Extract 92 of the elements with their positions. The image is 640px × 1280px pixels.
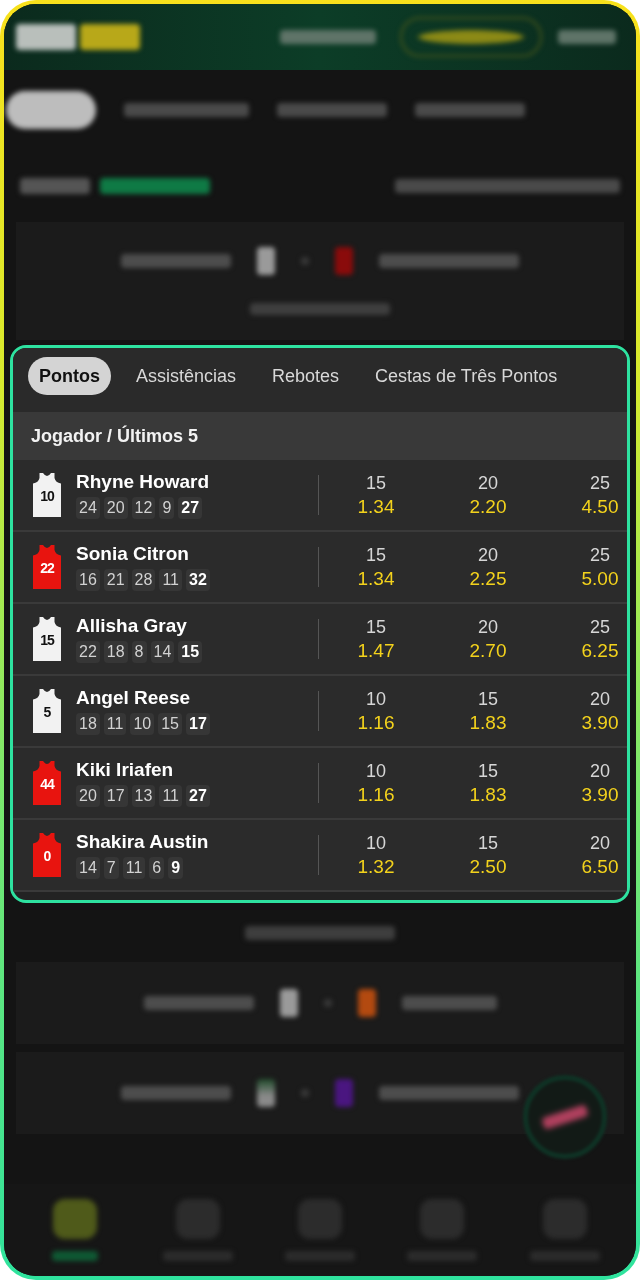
odds-value[interactable]: 3.90 bbox=[581, 784, 619, 806]
blurred-tab[interactable] bbox=[6, 91, 96, 129]
recent-score: 14 bbox=[76, 857, 100, 879]
odds-value[interactable]: 2.50 bbox=[469, 856, 507, 878]
player-name: Angel Reese bbox=[76, 687, 192, 709]
line-value: 20 bbox=[590, 688, 610, 710]
blurred-link[interactable] bbox=[395, 179, 620, 193]
line-value: 15 bbox=[366, 544, 386, 566]
line-value: 15 bbox=[478, 760, 498, 782]
recent-score: 21 bbox=[103, 569, 128, 591]
table-header: Jogador / Últimos 5 bbox=[13, 412, 627, 460]
recent-score: 15 bbox=[178, 641, 203, 663]
odds-value[interactable]: 2.70 bbox=[469, 640, 507, 662]
odds-value[interactable]: 6.25 bbox=[581, 640, 619, 662]
line-value: 20 bbox=[478, 472, 498, 494]
odds-value[interactable]: 1.16 bbox=[357, 784, 395, 806]
odds-value[interactable]: 1.16 bbox=[357, 712, 395, 734]
blurred-button[interactable] bbox=[400, 17, 542, 57]
odds-value[interactable]: 2.25 bbox=[469, 568, 507, 590]
player-name: Shakira Austin bbox=[76, 831, 209, 853]
odds-value[interactable]: 1.83 bbox=[469, 784, 507, 806]
odds-value[interactable]: 5.00 bbox=[581, 568, 619, 590]
blurred-nav-link[interactable] bbox=[280, 30, 376, 44]
recent-score: 20 bbox=[103, 497, 128, 519]
blurred-link[interactable] bbox=[245, 925, 395, 940]
odds-value[interactable]: 1.47 bbox=[357, 640, 395, 662]
recent-score: 6 bbox=[149, 857, 165, 879]
recent-score: 18 bbox=[76, 713, 100, 735]
line-value: 25 bbox=[590, 544, 610, 566]
odds-value[interactable]: 3.90 bbox=[581, 712, 619, 734]
recent-score: 14 bbox=[150, 641, 175, 663]
recent-score: 27 bbox=[178, 497, 203, 519]
line-value: 20 bbox=[478, 544, 498, 566]
line-value: 25 bbox=[590, 472, 610, 494]
player-name: Allisha Gray bbox=[76, 615, 188, 637]
line-value: 20 bbox=[590, 832, 610, 854]
recent-score: 22 bbox=[76, 641, 100, 663]
recent-score: 15 bbox=[158, 713, 182, 735]
line-value: 10 bbox=[366, 832, 386, 854]
line-value: 10 bbox=[366, 760, 386, 782]
line-value: 25 bbox=[590, 616, 610, 638]
blurred-label bbox=[52, 1251, 99, 1261]
blurred-text bbox=[20, 178, 90, 194]
jersey-number: 0 bbox=[42, 848, 52, 864]
recent-score: 11 bbox=[103, 713, 127, 735]
recent-score: 11 bbox=[159, 785, 182, 807]
market-tab[interactable]: Pontos bbox=[28, 357, 111, 395]
odds-value[interactable]: 1.83 bbox=[469, 712, 507, 734]
odds-value[interactable]: 1.34 bbox=[357, 496, 395, 518]
line-value: 10 bbox=[366, 688, 386, 710]
recent-score: 8 bbox=[131, 641, 147, 663]
recent-score: 32 bbox=[186, 569, 210, 591]
odds-value[interactable]: 6.50 bbox=[581, 856, 619, 878]
line-value: 20 bbox=[478, 616, 498, 638]
recent-score: 20 bbox=[76, 785, 100, 807]
market-tab[interactable]: Assistências bbox=[125, 357, 248, 395]
line-value: 15 bbox=[366, 616, 386, 638]
market-tab[interactable]: Cestas de Três Pontos bbox=[364, 357, 569, 395]
blurred-icon[interactable] bbox=[53, 1199, 98, 1239]
odds-value[interactable]: 1.32 bbox=[357, 856, 395, 878]
jersey-number: 5 bbox=[42, 704, 52, 720]
player-name: Kiki Iriafen bbox=[76, 759, 175, 781]
jersey-number: 22 bbox=[39, 560, 56, 576]
recent-score: 28 bbox=[131, 569, 156, 591]
odds-value[interactable]: 1.34 bbox=[357, 568, 395, 590]
line-value: 15 bbox=[366, 472, 386, 494]
recent-score: 27 bbox=[186, 785, 210, 807]
line-value: 15 bbox=[478, 688, 498, 710]
recent-score: 17 bbox=[186, 713, 210, 735]
recent-score: 24 bbox=[76, 497, 100, 519]
player-name: Rhyne Howard bbox=[76, 471, 210, 493]
jersey-number: 10 bbox=[39, 488, 56, 504]
market-tab[interactable]: Rebotes bbox=[261, 357, 351, 395]
line-value: 20 bbox=[590, 760, 610, 782]
recent-score: 17 bbox=[103, 785, 128, 807]
recent-score: 7 bbox=[103, 857, 119, 879]
recent-score: 10 bbox=[130, 713, 155, 735]
recent-score: 9 bbox=[168, 857, 184, 879]
odds-value[interactable]: 4.50 bbox=[581, 496, 619, 518]
recent-score: 9 bbox=[159, 497, 175, 519]
player-name: Sonia Citron bbox=[76, 543, 190, 565]
odds-value[interactable]: 2.20 bbox=[469, 496, 507, 518]
recent-score: 13 bbox=[131, 785, 156, 807]
blurred-nav-link[interactable] bbox=[558, 30, 616, 44]
recent-score: 16 bbox=[76, 569, 100, 591]
recent-score: 11 bbox=[159, 569, 182, 591]
jersey-number: 15 bbox=[39, 632, 56, 648]
recent-score: 12 bbox=[131, 497, 156, 519]
jersey-number: 44 bbox=[39, 776, 56, 792]
recent-score: 18 bbox=[103, 641, 128, 663]
recent-score: 11 bbox=[122, 857, 146, 879]
line-value: 15 bbox=[478, 832, 498, 854]
